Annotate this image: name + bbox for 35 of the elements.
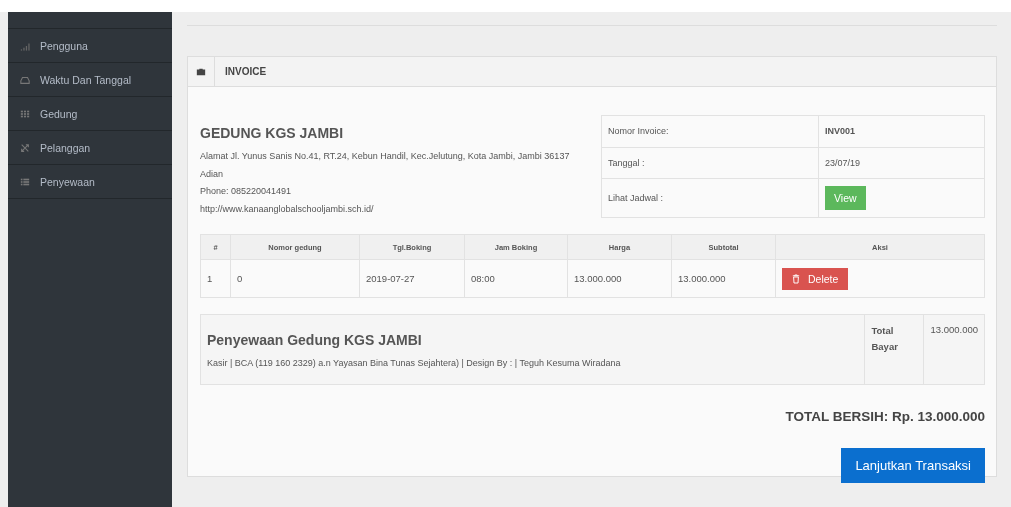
info-value: INV001 [818,115,985,148]
delete-button[interactable]: Delete [782,267,849,290]
summary-title: Penyewaan Gedung KGS JAMBI [207,331,423,348]
info-label: Tanggal : [601,147,819,179]
info-label: Nomor Invoice: [601,115,819,148]
total-label: Total Bayar [864,314,924,385]
table-cell: 2019-07-27 [359,259,465,298]
table-cell: 0 [230,259,360,298]
list-icon [20,176,30,187]
tray-icon [20,74,30,85]
sidebar-item[interactable]: Pengguna [8,29,172,63]
info-value: 23/07/19 [818,147,985,179]
sidebar-item[interactable]: Waktu Dan Tanggal [8,63,172,97]
trash-icon [792,273,800,284]
briefcase-icon [196,66,206,77]
company-contact: Adian [200,167,225,181]
company-name: GEDUNG KGS JAMBI [200,125,345,141]
table-cell: 13.000.000 [671,259,776,298]
grand-total: TOTAL BERSIH: Rp. 13.000.000 [784,409,985,424]
sidebar-item[interactable]: Penyewaan [8,165,172,199]
info-label: Lihat Jadwal : [601,178,819,218]
table-cell: 1 [200,259,231,298]
table-cell: 08:00 [464,259,568,298]
table-cell: 13.000.000 [567,259,672,298]
company-website: http://www.kanaanglobalschooljambi.sch.id/ [200,202,375,216]
company-phone: Phone: 085220041491 [200,185,293,198]
grid-icon [20,108,30,119]
shuffle-icon [20,142,30,153]
continue-button[interactable]: Lanjutkan Transaksi [841,448,985,483]
sidebar-item[interactable]: Pelanggan [8,131,172,165]
summary-note: Kasir | BCA (119 160 2329) a.n Yayasan Bina Tunas Sejahtera) | Design By : | Teguh Kesuma Wiradana [207,357,622,368]
company-address: Alamat Jl. Yunus Sanis No.41, RT.24, Kebun Handil, Kec.Jelutung, Kota Jambi, Jambi 36137 [200,150,570,163]
total-value: 13.000.000 [923,314,985,385]
sidebar-item[interactable]: Gedung [8,97,172,131]
panel-title: INVOICE [225,66,267,77]
